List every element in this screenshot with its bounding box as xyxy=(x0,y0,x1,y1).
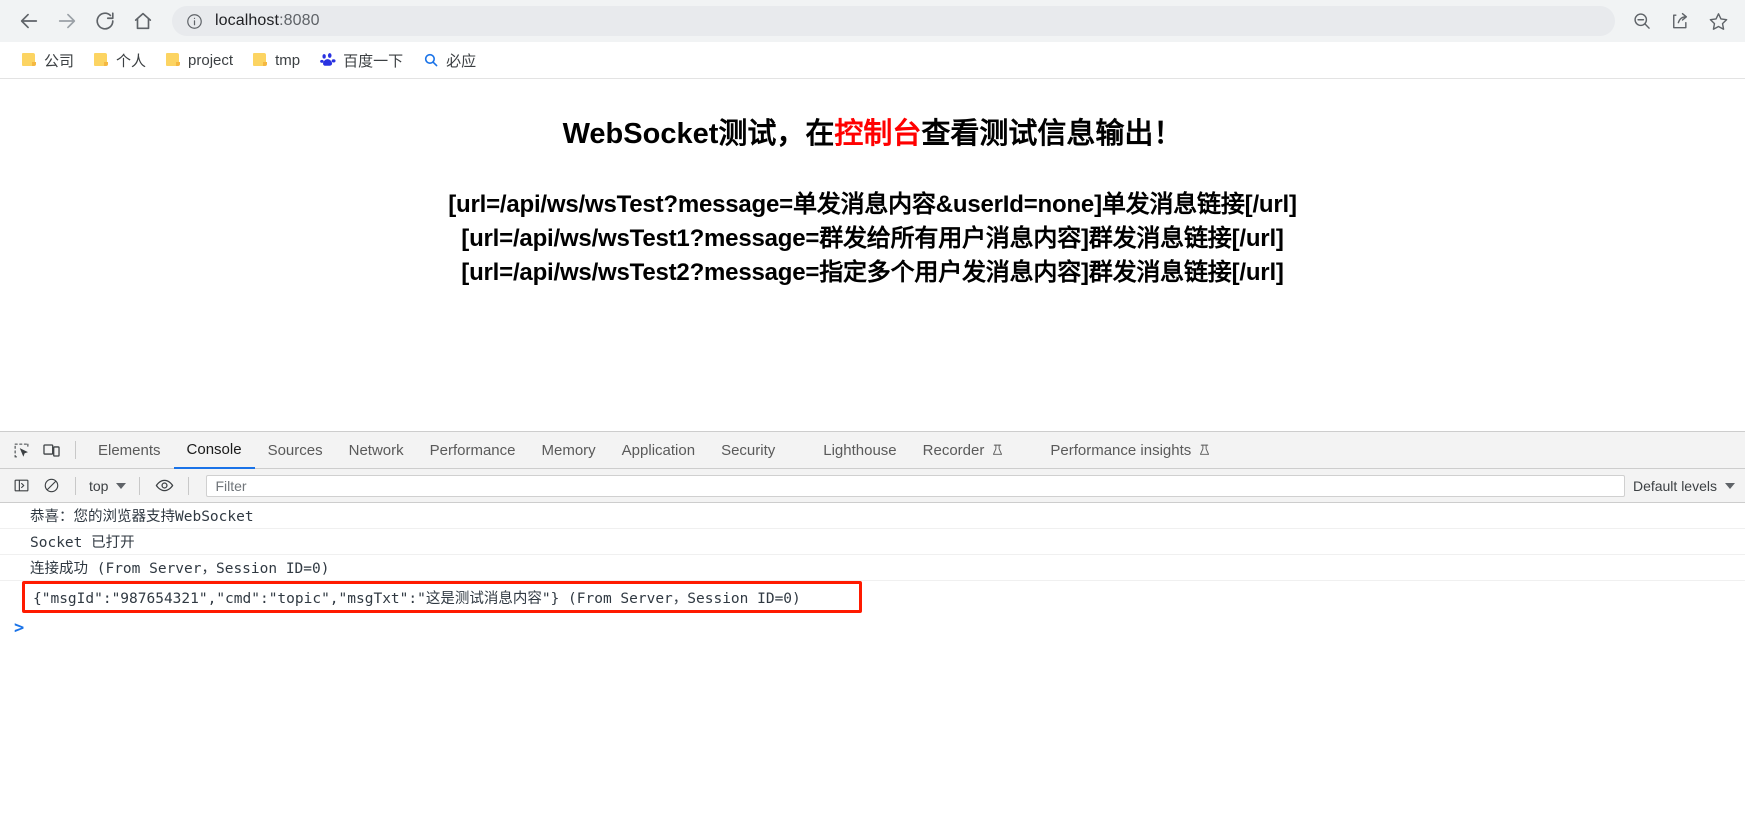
tab-performance-insights[interactable]: Performance insights xyxy=(1037,432,1224,469)
console-prompt-caret: > xyxy=(14,618,25,638)
tab-lighthouse[interactable]: Lighthouse xyxy=(810,432,909,469)
folder-icon xyxy=(22,53,37,67)
console-log-row[interactable]: 连接成功 (From Server，Session ID=0) xyxy=(0,555,1745,581)
console-log-row[interactable]: Socket 已打开 xyxy=(0,529,1745,555)
bookmark-label: tmp xyxy=(275,51,301,69)
share-icon[interactable] xyxy=(1663,4,1697,38)
url-host: localhost xyxy=(215,12,280,29)
live-expression-eye-icon[interactable] xyxy=(149,472,179,500)
address-bar-url: localhost:8080 xyxy=(215,12,320,30)
bookmark-item[interactable]: 必应 xyxy=(415,47,484,73)
bookmark-label: 必应 xyxy=(446,52,477,70)
tab-performance-insights-label: Performance insights xyxy=(1050,441,1192,459)
bookmark-star-icon[interactable] xyxy=(1701,4,1735,38)
address-bar[interactable]: localhost:8080 xyxy=(172,6,1615,36)
toolbar-divider xyxy=(75,476,76,495)
tab-performance[interactable]: Performance xyxy=(417,432,529,469)
console-log-row[interactable]: 恭喜：您的浏览器支持WebSocket xyxy=(0,503,1745,529)
devtools-tabbar: Elements Console Sources Network Perform… xyxy=(0,432,1745,469)
tab-sources[interactable]: Sources xyxy=(255,432,336,469)
forward-arrow-icon[interactable] xyxy=(48,2,86,40)
bookmark-item[interactable]: 个人 xyxy=(86,47,154,73)
device-toolbar-icon[interactable] xyxy=(36,436,66,464)
page-content: WebSocket测试，在控制台查看测试信息输出！ [url=/api/ws/w… xyxy=(0,79,1745,431)
tab-security[interactable]: Security xyxy=(708,432,788,469)
bookmark-label: 个人 xyxy=(116,52,147,70)
console-log-row-highlighted[interactable]: {"msgId":"987654321","cmd":"topic","msgT… xyxy=(22,581,862,613)
tab-network[interactable]: Network xyxy=(336,432,417,469)
browser-toolbar: localhost:8080 xyxy=(0,0,1745,42)
ws-link-line[interactable]: [url=/api/ws/wsTest?message=单发消息内容&userI… xyxy=(0,188,1745,222)
chevron-down-icon xyxy=(116,482,127,489)
toolbar-divider xyxy=(139,476,141,495)
bookmark-label: project xyxy=(188,51,234,69)
chevron-down-icon xyxy=(1725,482,1735,489)
console-filter-input[interactable]: Filter xyxy=(206,474,1625,497)
reload-icon[interactable] xyxy=(86,2,124,40)
console-context-value: top xyxy=(89,477,109,494)
folder-icon xyxy=(166,53,181,67)
baidu-icon xyxy=(320,52,336,68)
console-log-levels-selector[interactable]: Default levels xyxy=(1633,478,1737,494)
bookmark-label: 百度一下 xyxy=(343,52,404,70)
console-log-levels-value: Default levels xyxy=(1632,477,1717,494)
page-title-pre: WebSocket测试，在 xyxy=(562,118,835,150)
ws-link-line[interactable]: [url=/api/ws/wsTest1?message=群发给所有用户消息内容… xyxy=(0,222,1745,256)
tab-recorder-label: Recorder xyxy=(922,441,985,459)
experiment-flask-icon xyxy=(991,443,1004,457)
experiment-flask-icon xyxy=(1198,443,1211,457)
tab-console[interactable]: Console xyxy=(173,432,255,469)
bookmark-item[interactable]: tmp xyxy=(245,47,308,73)
info-circle-icon[interactable] xyxy=(186,13,203,30)
toolbar-divider xyxy=(188,476,190,495)
bookmark-label: 公司 xyxy=(44,52,75,70)
ws-link-list: [url=/api/ws/wsTest?message=单发消息内容&userI… xyxy=(0,188,1745,289)
devtools-panel: Elements Console Sources Network Perform… xyxy=(0,431,1745,830)
console-sidebar-icon[interactable] xyxy=(6,472,36,500)
toolbar-divider xyxy=(75,441,76,459)
console-filter-toolbar: top Filter Default levels xyxy=(0,469,1745,503)
url-port: :8080 xyxy=(279,12,320,29)
bookmark-item[interactable]: project xyxy=(158,47,241,73)
console-prompt[interactable]: > xyxy=(0,613,1745,643)
page-title: WebSocket测试，在控制台查看测试信息输出！ xyxy=(0,79,1745,152)
console-filter-placeholder: Filter xyxy=(215,477,247,494)
bookmarks-bar: 公司 个人 project tmp 百度一下 必应 xyxy=(0,42,1745,79)
bing-search-icon xyxy=(423,52,439,68)
tab-elements[interactable]: Elements xyxy=(85,432,174,469)
bookmark-item[interactable]: 公司 xyxy=(14,47,82,73)
tab-memory[interactable]: Memory xyxy=(529,432,609,469)
bookmark-item[interactable]: 百度一下 xyxy=(312,47,411,73)
back-arrow-icon[interactable] xyxy=(10,2,48,40)
clear-console-icon[interactable] xyxy=(36,472,66,500)
page-title-highlight: 控制台 xyxy=(834,118,922,150)
browser-window: localhost:8080 公司 个人 project tmp 百度一下 必应… xyxy=(0,0,1745,830)
folder-icon xyxy=(94,53,109,67)
console-context-selector[interactable]: top xyxy=(85,478,130,494)
tab-recorder[interactable]: Recorder xyxy=(910,432,1018,469)
toolbar-right-icons xyxy=(1625,4,1735,38)
tab-application[interactable]: Application xyxy=(609,432,708,469)
zoom-out-icon[interactable] xyxy=(1625,4,1659,38)
console-output[interactable]: 恭喜：您的浏览器支持WebSocket Socket 已打开 连接成功 (Fro… xyxy=(0,503,1745,829)
folder-icon xyxy=(253,53,268,67)
home-icon[interactable] xyxy=(124,2,162,40)
inspect-element-icon[interactable] xyxy=(6,436,36,464)
page-title-post: 查看测试信息输出！ xyxy=(921,118,1183,150)
ws-link-line[interactable]: [url=/api/ws/wsTest2?message=指定多个用户发消息内容… xyxy=(0,256,1745,290)
